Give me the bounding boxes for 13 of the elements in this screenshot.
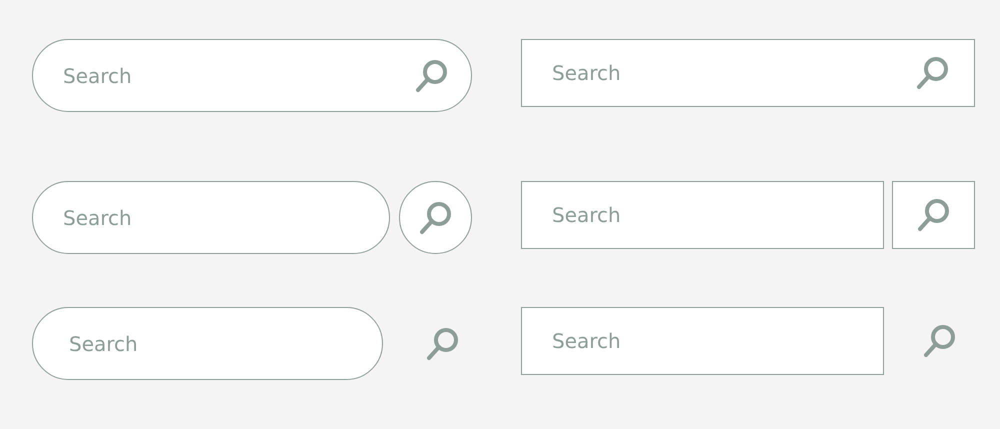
search-button[interactable] [892,181,975,249]
search-field[interactable]: Search [521,181,884,249]
search-icon[interactable] [414,58,450,94]
search-field[interactable]: Search [32,39,472,112]
search-icon[interactable] [425,326,461,362]
search-icon[interactable] [922,323,958,359]
search-field[interactable]: Search [521,39,975,107]
search-field[interactable]: Search [32,307,383,380]
search-field[interactable]: Search [521,307,884,375]
search-icon [418,200,454,236]
search-field[interactable]: Search [32,181,390,254]
search-icon [916,197,952,233]
search-icon[interactable] [915,55,951,91]
